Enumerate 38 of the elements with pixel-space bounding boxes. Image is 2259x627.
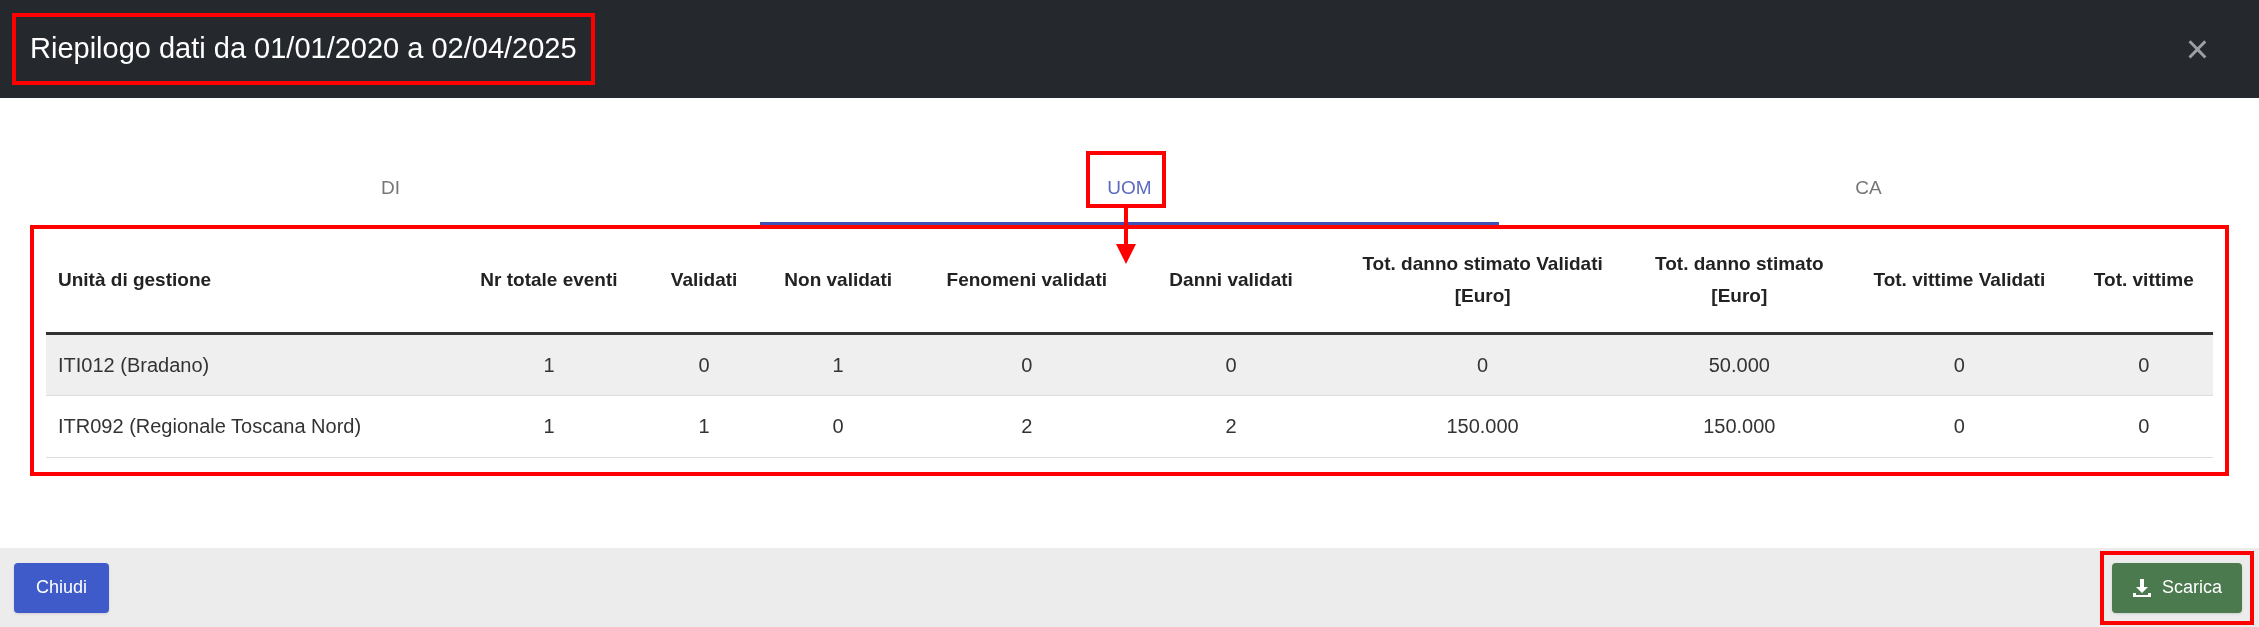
table-cell: 0 bbox=[922, 333, 1132, 395]
close-button[interactable]: × bbox=[2185, 29, 2209, 69]
table-cell: 1 bbox=[444, 395, 654, 457]
column-header: Tot. vittime bbox=[2093, 269, 2194, 291]
table-cell: ITI012 (Bradano) bbox=[46, 333, 445, 395]
table-cell: 0 bbox=[1844, 333, 2075, 395]
column-header: Validati bbox=[670, 269, 738, 291]
tab[interactable]: UOM bbox=[760, 155, 1499, 225]
column-header: Tot. danno stimato [Euro] bbox=[1655, 253, 1824, 307]
column-header: Tot. danno stimato Validati [Euro] bbox=[1362, 253, 1603, 307]
column-header: Non validati bbox=[784, 269, 892, 291]
table-cell: 0 bbox=[1330, 333, 1635, 395]
column-header: Fenomeni validati bbox=[946, 269, 1107, 291]
table-cell: 0 bbox=[2074, 333, 2213, 395]
table-cell: 1 bbox=[444, 333, 654, 395]
table-cell: 2 bbox=[922, 395, 1132, 457]
column-header: Nr totale eventi bbox=[480, 269, 618, 291]
close-button[interactable]: Chiudi bbox=[14, 562, 110, 613]
table-cell: 1 bbox=[653, 395, 755, 457]
table-cell: 0 bbox=[1131, 333, 1331, 395]
tab[interactable]: DI bbox=[21, 155, 760, 225]
table-cell: 0 bbox=[2074, 395, 2213, 457]
download-icon bbox=[2131, 577, 2152, 598]
download-button[interactable]: Scarica bbox=[2111, 562, 2242, 613]
table-cell: 0 bbox=[653, 333, 755, 395]
column-header: Unità di gestione bbox=[58, 269, 212, 291]
column-header: Danni validati bbox=[1169, 269, 1293, 291]
dialog-title: Riepilogo dati da 01/01/2020 a 02/04/2025 bbox=[30, 32, 577, 65]
tab[interactable]: CA bbox=[1499, 155, 2238, 225]
table-cell: 0 bbox=[754, 395, 922, 457]
table-cell: 50.000 bbox=[1634, 333, 1845, 395]
column-header: Tot. vittime Validati bbox=[1873, 269, 2046, 291]
table-cell: 0 bbox=[1844, 395, 2075, 457]
table-cell: ITR092 (Regionale Toscana Nord) bbox=[46, 395, 445, 457]
table-cell: 1 bbox=[754, 333, 922, 395]
table-cell: 150.000 bbox=[1634, 395, 1845, 457]
table-cell: 2 bbox=[1131, 395, 1331, 457]
table-cell: 150.000 bbox=[1330, 395, 1635, 457]
